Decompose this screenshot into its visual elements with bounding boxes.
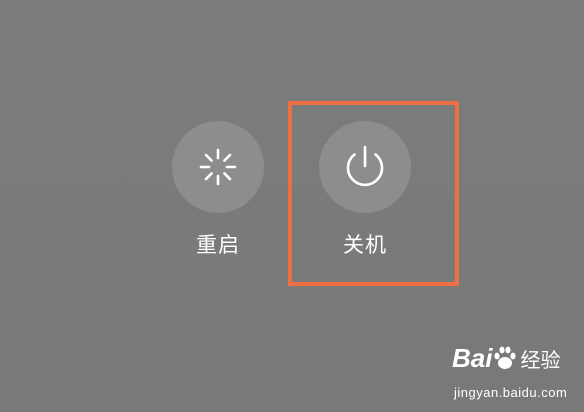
power-icon: [346, 145, 384, 187]
restart-button[interactable]: 重启: [163, 121, 273, 256]
watermark-brand: Bai 经验: [452, 345, 560, 371]
restart-spinner-icon: [199, 148, 237, 186]
shutdown-circle[interactable]: [319, 121, 411, 213]
restart-circle[interactable]: [172, 121, 264, 213]
restart-label: 重启: [196, 233, 240, 257]
power-menu-screen: 重启 关机 Bai 经验 jingyan.baidu.com: [0, 0, 584, 412]
watermark-brand-prefix: Bai: [452, 343, 493, 373]
baidu-paw-icon: [494, 346, 517, 369]
baidu-jingyan-watermark: Bai 经验 jingyan.baidu.com: [452, 345, 580, 407]
shutdown-button[interactable]: 关机: [310, 121, 420, 256]
watermark-url: jingyan.baidu.com: [454, 385, 568, 400]
shutdown-label: 关机: [343, 233, 387, 257]
watermark-brand-suffix: 经验: [520, 350, 561, 372]
